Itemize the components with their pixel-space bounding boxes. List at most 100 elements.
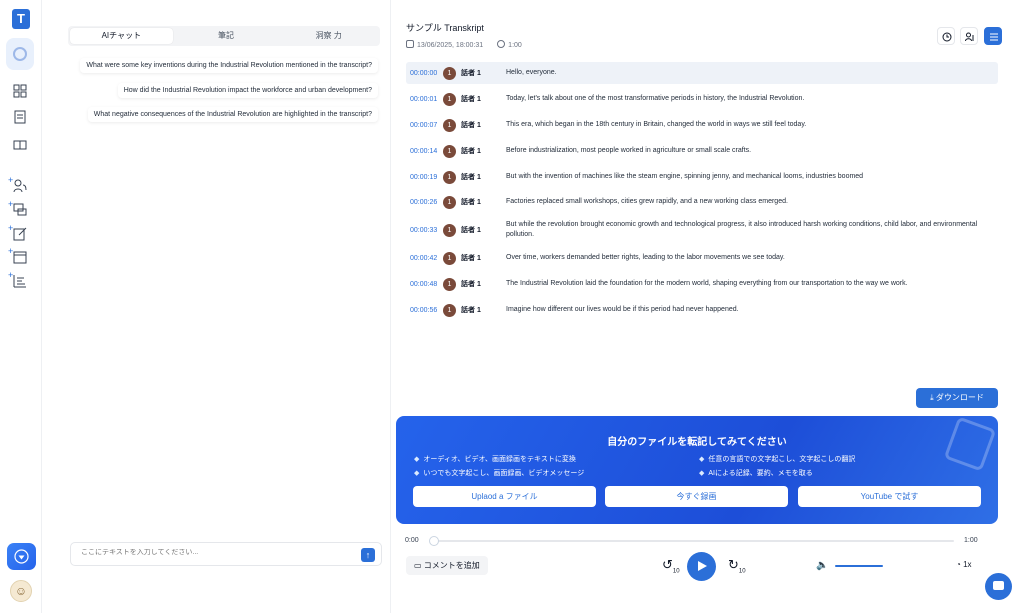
speaker-label: 話者 1 [461,70,481,77]
speaker-button[interactable] [960,27,978,45]
history-button[interactable] [937,27,955,45]
transcript-text: Hello, everyone. [506,69,557,76]
chat-icon[interactable] [13,203,27,217]
document-icon[interactable] [13,110,27,124]
record-now-button[interactable]: 今すぐ録画 [605,486,788,507]
suggested-question[interactable]: How did the Industrial Revolution impact… [117,83,378,98]
edit-icon[interactable] [13,227,27,241]
home-button[interactable] [6,38,34,70]
rewind-icon: ↺ [662,557,673,572]
report-icon[interactable] [13,274,27,288]
tab-insights[interactable]: 洞察 力 [277,26,380,46]
transcript-text: This era, which began in the 18th centur… [506,121,807,128]
play-button[interactable] [687,552,716,581]
diamond-icon: ◆ [699,456,705,463]
suggested-question[interactable]: What negative consequences of the Indust… [87,107,378,122]
transcript-row[interactable]: 00:00:00 1 話者 1 Hello, everyone. [406,62,998,84]
speaker-label: 話者 1 [461,199,481,206]
timestamp[interactable]: 00:00:26 [410,199,437,206]
transcript-row[interactable]: 00:00:42 1 話者 1 Over time, workers deman… [406,247,998,269]
progress-handle[interactable] [429,536,439,546]
tab-ai-chat[interactable]: AIチャット [70,28,173,44]
duration-field: 1:00 [497,40,522,49]
timestamp[interactable]: 00:00:42 [410,255,437,262]
transcript-duration: 1:00 [508,42,522,49]
timestamp[interactable]: 00:00:07 [410,122,437,129]
rewind-seconds: 10 [672,568,680,575]
gift-icon[interactable] [13,136,27,150]
speed-icon: ◔ [956,560,964,569]
promo-feature: ◆ 任意の言語での文字起こし、文字起こしの翻訳 [699,454,855,464]
forward-icon: ↻ [728,557,739,572]
speaker-badge: 1 [443,195,456,209]
progress-track[interactable] [434,540,954,542]
transcript-meta: 13/06/2025, 18:00:31 1:00 [406,40,522,49]
diamond-icon: ◆ [414,470,420,477]
speaker-badge: 1 [443,92,456,106]
rewind-button[interactable]: ↺10 [662,557,680,575]
total-time: 1:00 [964,537,978,544]
suggested-question[interactable]: What were some key inventions during the… [80,58,378,73]
promo-feature-text: 任意の言語での文字起こし、文字起こしの翻訳 [708,456,856,463]
transcript-row[interactable]: 00:00:07 1 話者 1 This era, which began in… [406,114,998,136]
add-comment-button[interactable]: ▭ コメントを追加 [406,556,488,575]
speed-button[interactable]: ◔ 1x [956,560,972,569]
clock-icon [942,32,952,42]
transcript-text: But while the revolution brought economi… [506,221,978,238]
transcript-title: サンプル Transkript [406,23,484,33]
transcript-row[interactable]: 00:00:26 1 話者 1 Factories replaced small… [406,191,998,213]
speaker-label: 話者 1 [461,96,481,103]
forward-button[interactable]: ↻10 [728,557,746,575]
volume-icon[interactable]: 🔈 [816,560,828,571]
tab-notes[interactable]: 筆記 [175,26,278,46]
transcript-text: Before industrialization, most people wo… [506,147,752,154]
clock-icon [497,40,506,48]
send-button[interactable]: ↑ [361,548,375,562]
icon-rail: T + + + + + ☺ [0,0,42,613]
timestamp[interactable]: 00:00:14 [410,148,437,155]
users-icon[interactable] [13,179,27,193]
timestamp[interactable]: 00:00:01 [410,96,437,103]
chat-tabs: AIチャット 筆記 洞察 力 [68,26,380,46]
transcript-row[interactable]: 00:00:56 1 話者 1 Imagine how different ou… [406,299,998,321]
volume-slider[interactable] [835,565,883,567]
transcript-date: 13/06/2025, 18:00:31 [417,42,484,49]
forward-seconds: 10 [738,568,746,575]
dashboard-icon[interactable] [13,84,27,98]
audio-player: 0:00 1:00 ▭ コメントを追加 ↺10 ↻10 🔈 ◔ 1x [396,532,1006,592]
speaker-icon [965,32,974,42]
try-youtube-button[interactable]: YouTube で試す [798,486,981,507]
current-time: 0:00 [405,537,419,544]
timestamp[interactable]: 00:00:19 [410,174,437,181]
download-label: ダウンロード [935,393,984,402]
speaker-badge: 1 [443,277,456,291]
speaker-label: 話者 1 [461,281,481,288]
transcript-row[interactable]: 00:00:01 1 話者 1 Today, let's talk about … [406,88,998,110]
transcript-row[interactable]: 00:00:48 1 話者 1 The Industrial Revolutio… [406,273,998,295]
speaker-label: 話者 1 [461,174,481,181]
timestamp[interactable]: 00:00:48 [410,281,437,288]
promo-banner: 自分のファイルを転記してみてください ◆ オーディオ、ビデオ、画面録画をテキストに… [396,416,998,524]
timestamp[interactable]: 00:00:00 [410,70,437,77]
transcript-row[interactable]: 00:00:33 1 話者 1 But while the revolution… [406,216,998,244]
speaker-badge: 1 [443,66,456,80]
app-logo-icon[interactable]: T [12,9,30,29]
promo-feature-text: オーディオ、ビデオ、画面録画をテキストに変換 [423,456,576,463]
timestamp[interactable]: 00:00:56 [410,307,437,314]
chat-input[interactable] [81,549,341,556]
calendar-icon[interactable] [13,250,27,264]
timestamp[interactable]: 00:00:33 [410,227,437,234]
transcript-row[interactable]: 00:00:14 1 話者 1 Before industrialization… [406,140,998,162]
download-button[interactable]: ⤓ ダウンロード [916,388,998,408]
speaker-badge: 1 [443,170,456,184]
transcript-row[interactable]: 00:00:19 1 話者 1 But with the invention o… [406,166,998,188]
help-chat-button[interactable] [985,573,1012,600]
avatar[interactable]: ☺ [10,580,32,602]
upload-file-button[interactable]: Uplaod a ファイル [413,486,596,507]
speaker-label: 話者 1 [461,255,481,262]
speaker-badge: 1 [443,303,456,317]
premium-button[interactable] [7,543,36,570]
transcript-view-button[interactable] [984,27,1002,45]
promo-feature: ◆ オーディオ、ビデオ、画面録画をテキストに変換 [414,454,576,464]
promo-heading: 自分のファイルを転記してみてください [607,437,787,448]
